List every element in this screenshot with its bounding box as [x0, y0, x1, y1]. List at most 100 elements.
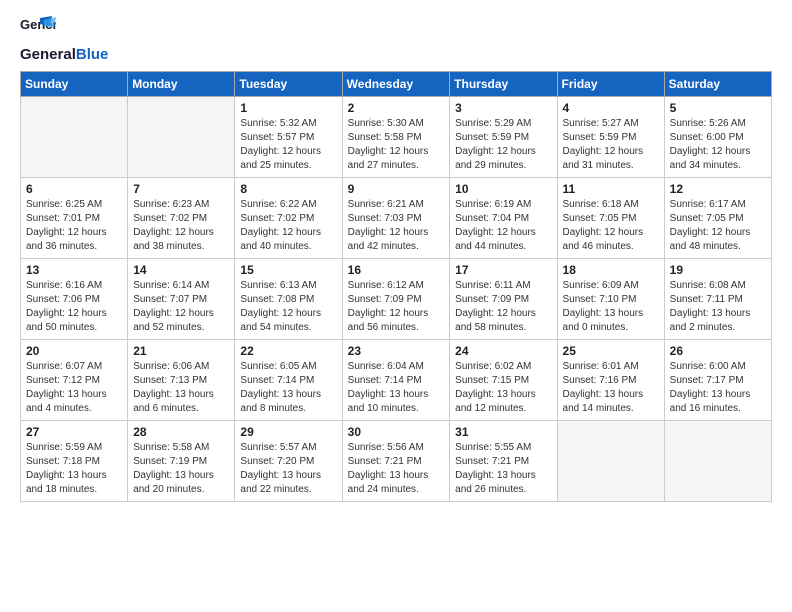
day-info: Sunrise: 5:29 AM Sunset: 5:59 PM Dayligh… — [455, 117, 551, 173]
day-info: Sunrise: 6:21 AM Sunset: 7:03 PM Dayligh… — [348, 198, 445, 254]
day-info: Sunrise: 6:16 AM Sunset: 7:06 PM Dayligh… — [26, 279, 122, 335]
day-info: Sunrise: 5:59 AM Sunset: 7:18 PM Dayligh… — [26, 441, 122, 497]
day-number: 12 — [670, 182, 766, 196]
calendar-cell: 8 Sunrise: 6:22 AM Sunset: 7:02 PM Daylig… — [235, 178, 342, 259]
day-number: 18 — [563, 263, 659, 277]
day-number: 23 — [348, 344, 445, 358]
day-info: Sunrise: 6:05 AM Sunset: 7:14 PM Dayligh… — [240, 360, 336, 416]
calendar-cell: 19Sunrise: 6:08 AM Sunset: 7:11 PM Dayli… — [664, 259, 771, 340]
day-number: 21 — [133, 344, 229, 358]
day-number: 27 — [26, 425, 122, 439]
day-info: Sunrise: 6:02 AM Sunset: 7:15 PM Dayligh… — [455, 360, 551, 416]
day-info: Sunrise: 5:55 AM Sunset: 7:21 PM Dayligh… — [455, 441, 551, 497]
day-number: 17 — [455, 263, 551, 277]
day-info: Sunrise: 6:22 AM Sunset: 7:02 PM Dayligh… — [240, 198, 336, 254]
day-number: 11 — [563, 182, 659, 196]
day-info: Sunrise: 5:27 AM Sunset: 5:59 PM Dayligh… — [563, 117, 659, 173]
week-row-4: 20 Sunrise: 6:07 AM Sunset: 7:12 PM Dayli… — [21, 340, 772, 421]
calendar-cell: 17 Sunrise: 6:11 AM Sunset: 7:09 PM Dayli… — [450, 259, 557, 340]
calendar-cell: 10Sunrise: 6:19 AM Sunset: 7:04 PM Dayli… — [450, 178, 557, 259]
day-info: Sunrise: 6:06 AM Sunset: 7:13 PM Dayligh… — [133, 360, 229, 416]
weekday-monday: Monday — [128, 72, 235, 97]
day-number: 9 — [348, 182, 445, 196]
day-info: Sunrise: 5:26 AM Sunset: 6:00 PM Dayligh… — [670, 117, 766, 173]
calendar-cell: 12 Sunrise: 6:17 AM Sunset: 7:05 PM Dayli… — [664, 178, 771, 259]
calendar-cell: 13 Sunrise: 6:16 AM Sunset: 7:06 PM Dayli… — [21, 259, 128, 340]
day-number: 14 — [133, 263, 229, 277]
day-info: Sunrise: 6:01 AM Sunset: 7:16 PM Dayligh… — [563, 360, 659, 416]
day-number: 31 — [455, 425, 551, 439]
day-number: 28 — [133, 425, 229, 439]
calendar-cell: 2Sunrise: 5:30 AM Sunset: 5:58 PM Daylig… — [342, 97, 450, 178]
week-row-5: 27 Sunrise: 5:59 AM Sunset: 7:18 PM Dayli… — [21, 421, 772, 502]
day-number: 26 — [670, 344, 766, 358]
calendar-cell: 6 Sunrise: 6:25 AM Sunset: 7:01 PM Daylig… — [21, 178, 128, 259]
week-row-1: 1 Sunrise: 5:32 AM Sunset: 5:57 PM Daylig… — [21, 97, 772, 178]
weekday-tuesday: Tuesday — [235, 72, 342, 97]
calendar-body: 1 Sunrise: 5:32 AM Sunset: 5:57 PM Daylig… — [21, 97, 772, 502]
calendar-cell: 18 Sunrise: 6:09 AM Sunset: 7:10 PM Dayli… — [557, 259, 664, 340]
day-number: 1 — [240, 101, 336, 115]
calendar-cell: 20 Sunrise: 6:07 AM Sunset: 7:12 PM Dayli… — [21, 340, 128, 421]
calendar-cell — [128, 97, 235, 178]
day-info: Sunrise: 6:04 AM Sunset: 7:14 PM Dayligh… — [348, 360, 445, 416]
calendar-cell: 14 Sunrise: 6:14 AM Sunset: 7:07 PM Dayli… — [128, 259, 235, 340]
calendar-cell — [557, 421, 664, 502]
calendar-cell: 5 Sunrise: 5:26 AM Sunset: 6:00 PM Daylig… — [664, 97, 771, 178]
calendar-cell: 23 Sunrise: 6:04 AM Sunset: 7:14 PM Dayli… — [342, 340, 450, 421]
week-row-3: 13 Sunrise: 6:16 AM Sunset: 7:06 PM Dayli… — [21, 259, 772, 340]
day-info: Sunrise: 5:32 AM Sunset: 5:57 PM Dayligh… — [240, 117, 336, 173]
weekday-friday: Friday — [557, 72, 664, 97]
day-number: 8 — [240, 182, 336, 196]
logo-general-text: General — [20, 46, 76, 63]
calendar-cell: 15 Sunrise: 6:13 AM Sunset: 7:08 PM Dayli… — [235, 259, 342, 340]
day-number: 10 — [455, 182, 551, 196]
day-info: Sunrise: 6:13 AM Sunset: 7:08 PM Dayligh… — [240, 279, 336, 335]
day-number: 25 — [563, 344, 659, 358]
day-info: Sunrise: 6:14 AM Sunset: 7:07 PM Dayligh… — [133, 279, 229, 335]
day-number: 15 — [240, 263, 336, 277]
day-number: 30 — [348, 425, 445, 439]
calendar-cell: 16 Sunrise: 6:12 AM Sunset: 7:09 PM Dayli… — [342, 259, 450, 340]
calendar-cell: 26 Sunrise: 6:00 AM Sunset: 7:17 PM Dayli… — [664, 340, 771, 421]
calendar-cell: 30 Sunrise: 5:56 AM Sunset: 7:21 PM Dayli… — [342, 421, 450, 502]
day-number: 2 — [348, 101, 445, 115]
day-info: Sunrise: 6:11 AM Sunset: 7:09 PM Dayligh… — [455, 279, 551, 335]
day-info: Sunrise: 5:56 AM Sunset: 7:21 PM Dayligh… — [348, 441, 445, 497]
calendar-cell: 24 Sunrise: 6:02 AM Sunset: 7:15 PM Dayli… — [450, 340, 557, 421]
weekday-sunday: Sunday — [21, 72, 128, 97]
day-number: 6 — [26, 182, 122, 196]
calendar-cell: 31 Sunrise: 5:55 AM Sunset: 7:21 PM Dayli… — [450, 421, 557, 502]
logo-bird-icon: General — [20, 16, 56, 46]
weekday-header-row: SundayMondayTuesdayWednesdayThursdayFrid… — [21, 72, 772, 97]
calendar-cell: 22Sunrise: 6:05 AM Sunset: 7:14 PM Dayli… — [235, 340, 342, 421]
calendar-cell: 3 Sunrise: 5:29 AM Sunset: 5:59 PM Daylig… — [450, 97, 557, 178]
page-header: General General Blue — [20, 16, 772, 63]
day-number: 5 — [670, 101, 766, 115]
calendar-cell: 7Sunrise: 6:23 AM Sunset: 7:02 PM Daylig… — [128, 178, 235, 259]
day-number: 13 — [26, 263, 122, 277]
day-number: 24 — [455, 344, 551, 358]
logo: General General Blue — [20, 16, 108, 63]
day-info: Sunrise: 6:08 AM Sunset: 7:11 PM Dayligh… — [670, 279, 766, 335]
day-info: Sunrise: 6:07 AM Sunset: 7:12 PM Dayligh… — [26, 360, 122, 416]
day-number: 20 — [26, 344, 122, 358]
day-number: 16 — [348, 263, 445, 277]
day-info: Sunrise: 5:57 AM Sunset: 7:20 PM Dayligh… — [240, 441, 336, 497]
calendar-cell — [664, 421, 771, 502]
day-info: Sunrise: 6:12 AM Sunset: 7:09 PM Dayligh… — [348, 279, 445, 335]
day-info: Sunrise: 6:23 AM Sunset: 7:02 PM Dayligh… — [133, 198, 229, 254]
calendar-table: SundayMondayTuesdayWednesdayThursdayFrid… — [20, 71, 772, 502]
day-info: Sunrise: 6:00 AM Sunset: 7:17 PM Dayligh… — [670, 360, 766, 416]
calendar-cell: 29Sunrise: 5:57 AM Sunset: 7:20 PM Dayli… — [235, 421, 342, 502]
day-info: Sunrise: 6:25 AM Sunset: 7:01 PM Dayligh… — [26, 198, 122, 254]
calendar-cell: 11Sunrise: 6:18 AM Sunset: 7:05 PM Dayli… — [557, 178, 664, 259]
calendar-cell: 1 Sunrise: 5:32 AM Sunset: 5:57 PM Daylig… — [235, 97, 342, 178]
calendar-cell: 21 Sunrise: 6:06 AM Sunset: 7:13 PM Dayli… — [128, 340, 235, 421]
day-info: Sunrise: 6:09 AM Sunset: 7:10 PM Dayligh… — [563, 279, 659, 335]
calendar-cell: 4Sunrise: 5:27 AM Sunset: 5:59 PM Daylig… — [557, 97, 664, 178]
day-number: 3 — [455, 101, 551, 115]
day-info: Sunrise: 6:17 AM Sunset: 7:05 PM Dayligh… — [670, 198, 766, 254]
weekday-wednesday: Wednesday — [342, 72, 450, 97]
week-row-2: 6 Sunrise: 6:25 AM Sunset: 7:01 PM Daylig… — [21, 178, 772, 259]
